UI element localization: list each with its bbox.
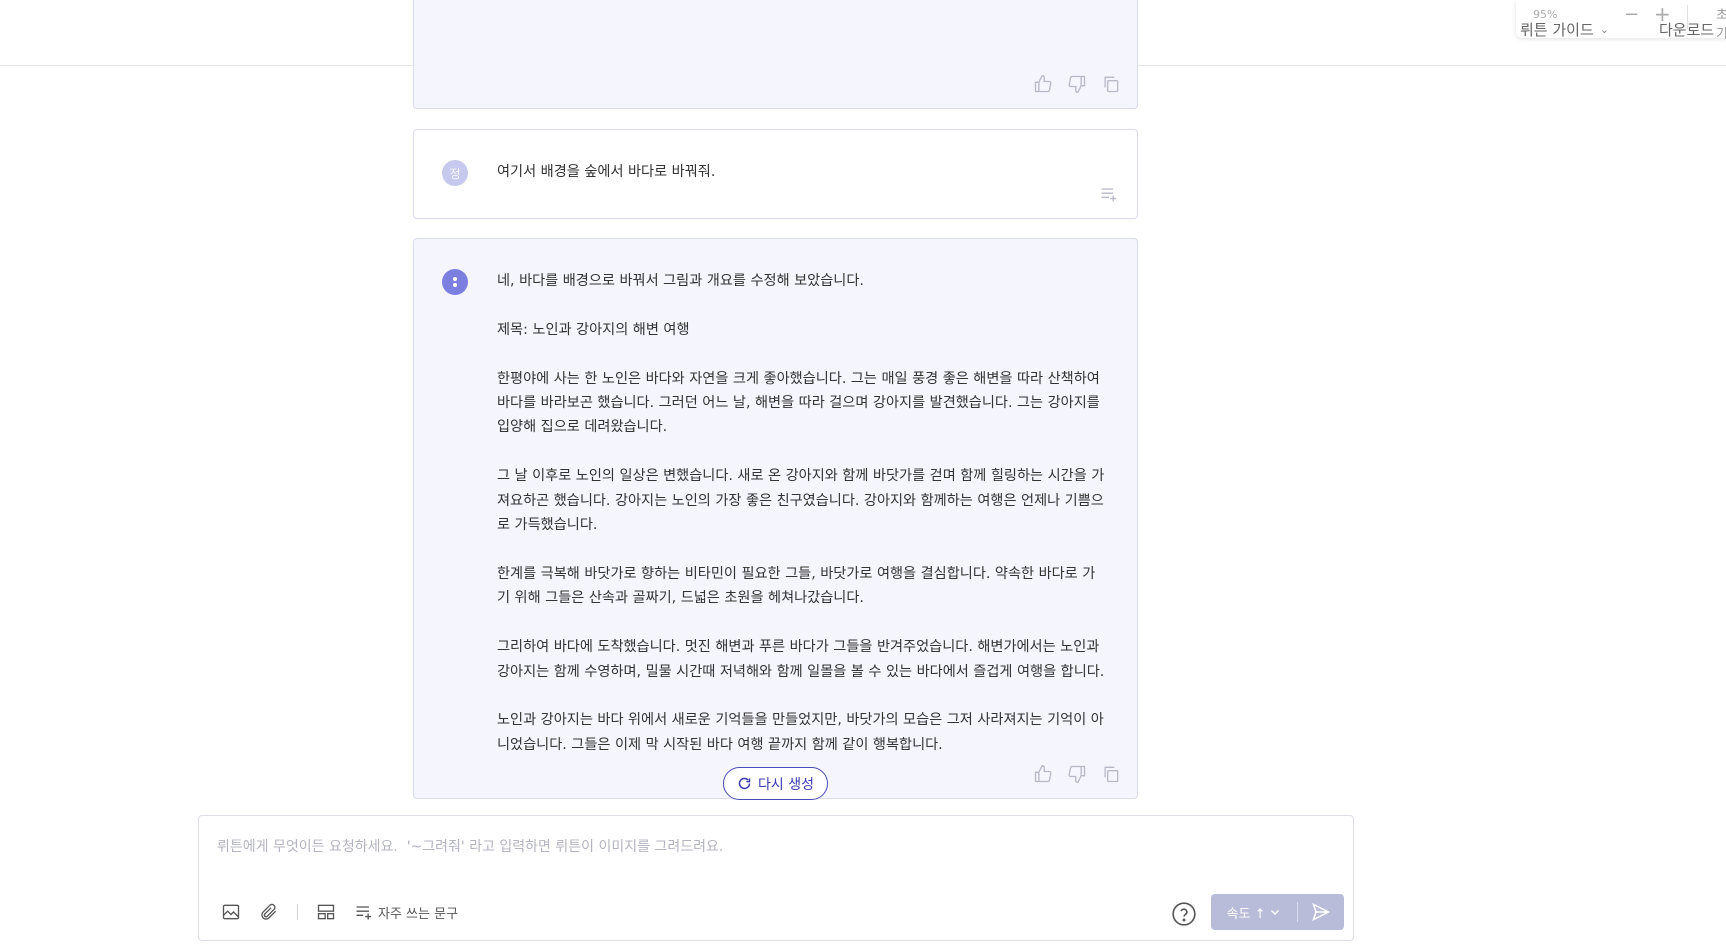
- regenerate-label: 다시 생성: [758, 776, 814, 793]
- send-button[interactable]: [1298, 894, 1344, 930]
- add-note-icon[interactable]: [1099, 184, 1119, 204]
- copy-icon[interactable]: [1101, 74, 1121, 94]
- user-message: 정 여기서 배경을 숲에서 바다로 바꿔줘.: [413, 129, 1138, 219]
- composer-toolbar: 자주 쓰는 문구: [221, 902, 458, 922]
- regenerate-button[interactable]: 다시 생성: [723, 767, 828, 800]
- message-actions: [1033, 764, 1121, 784]
- speed-send-group: 속도 ↑: [1211, 894, 1344, 930]
- message-actions: [1033, 74, 1121, 94]
- list-add-icon: [356, 906, 372, 920]
- ai-message-text: 네, 바다를 배경으로 바꿔서 그림과 개요를 수정해 보았습니다. 제목: 노…: [497, 273, 1105, 753]
- thumbs-down-icon[interactable]: [1067, 764, 1087, 784]
- send-icon: [1312, 903, 1331, 921]
- thumbs-up-icon[interactable]: [1033, 74, 1053, 94]
- user-avatar: 정: [442, 160, 468, 186]
- copy-icon[interactable]: [1101, 764, 1121, 784]
- ai-message: 네, 바다를 배경으로 바꿔서 그림과 개요를 수정해 보았습니다. 제목: 노…: [413, 238, 1138, 799]
- speed-label: 속도 ↑: [1226, 906, 1266, 922]
- frequent-phrases-button[interactable]: 자주 쓰는 문구: [354, 902, 458, 922]
- download-button[interactable]: 다운로드: [1659, 19, 1714, 40]
- refresh-icon: [738, 777, 751, 790]
- reset-zoom-button[interactable]: 초기: [1716, 4, 1726, 42]
- ai-avatar: [442, 269, 468, 295]
- frequent-phrases-label: 자주 쓰는 문구: [378, 906, 459, 922]
- ai-avatar-icon: [453, 277, 457, 287]
- chevron-down-icon: [1271, 909, 1280, 916]
- prompt-input[interactable]: [217, 836, 1317, 866]
- previous-ai-message: [413, 0, 1138, 109]
- user-message-text: 여기서 배경을 숲에서 바다로 바꿔줘.: [497, 164, 716, 180]
- thumbs-up-icon[interactable]: [1033, 764, 1053, 784]
- zoom-panel: 95% 뤼튼 가이드 ⌄ − + 다운로드 초기: [1516, 0, 1726, 42]
- guide-label: 뤼튼 가이드: [1520, 21, 1594, 39]
- guide-link[interactable]: 뤼튼 가이드 ⌄: [1520, 19, 1609, 40]
- image-icon[interactable]: [221, 902, 241, 922]
- zoom-out-button[interactable]: −: [1624, 4, 1639, 25]
- paperclip-icon[interactable]: [259, 902, 279, 922]
- thumbs-down-icon[interactable]: [1067, 74, 1087, 94]
- help-icon[interactable]: [1171, 901, 1197, 927]
- layout-icon[interactable]: [316, 902, 336, 922]
- chevron-down-icon: ⌄: [1599, 23, 1609, 36]
- composer: 자주 쓰는 문구 속도 ↑: [198, 815, 1354, 941]
- speed-dropdown[interactable]: 속도 ↑: [1211, 894, 1297, 930]
- toolbar-divider: [297, 904, 298, 920]
